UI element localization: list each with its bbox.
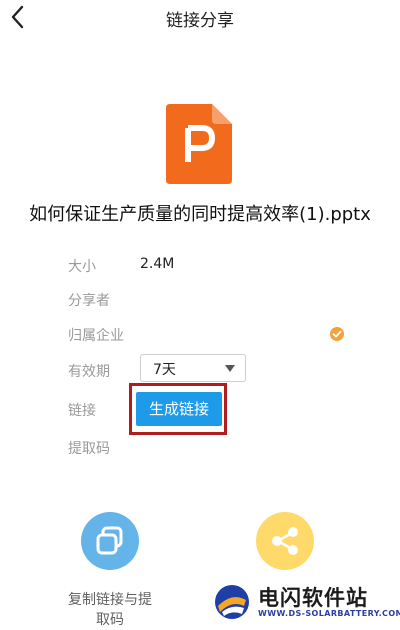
copy-label-line1: 复制链接与提 <box>68 592 152 608</box>
verified-badge-icon <box>330 326 344 341</box>
page-title: 链接分享 <box>166 11 234 31</box>
company-label: 归属企业 <box>68 328 124 344</box>
size-label: 大小 <box>68 259 96 275</box>
caret-down-icon <box>225 365 235 372</box>
watermark: 电闪软件站 WWW.DS-SOLARBATTERY.COM <box>200 578 400 628</box>
header-bar: 链接分享 <box>0 0 400 36</box>
validity-label: 有效期 <box>68 364 110 380</box>
copy-icon <box>96 526 123 555</box>
copy-link-button[interactable] <box>81 512 139 570</box>
link-label: 链接 <box>68 403 96 419</box>
copy-label-line2: 取码 <box>96 612 124 628</box>
validity-selected-value: 7天 <box>153 362 176 378</box>
watermark-logo-icon <box>215 585 249 619</box>
share-button[interactable] <box>256 512 314 570</box>
file-name: 如何保证生产质量的同时提高效率(1).pptx <box>29 204 371 225</box>
code-label: 提取码 <box>68 441 110 457</box>
watermark-subtext: WWW.DS-SOLARBATTERY.COM <box>258 609 400 618</box>
copy-link-label: 复制链接与提 取码 <box>50 590 170 630</box>
size-value: 2.4M <box>140 256 175 272</box>
share-icon <box>272 527 298 555</box>
watermark-text: 电闪软件站 <box>258 586 368 610</box>
ppt-file-icon <box>166 104 232 184</box>
sharer-label: 分享者 <box>68 293 110 309</box>
validity-select[interactable]: 7天 <box>140 354 246 382</box>
generate-link-button[interactable]: 生成链接 <box>136 392 222 426</box>
